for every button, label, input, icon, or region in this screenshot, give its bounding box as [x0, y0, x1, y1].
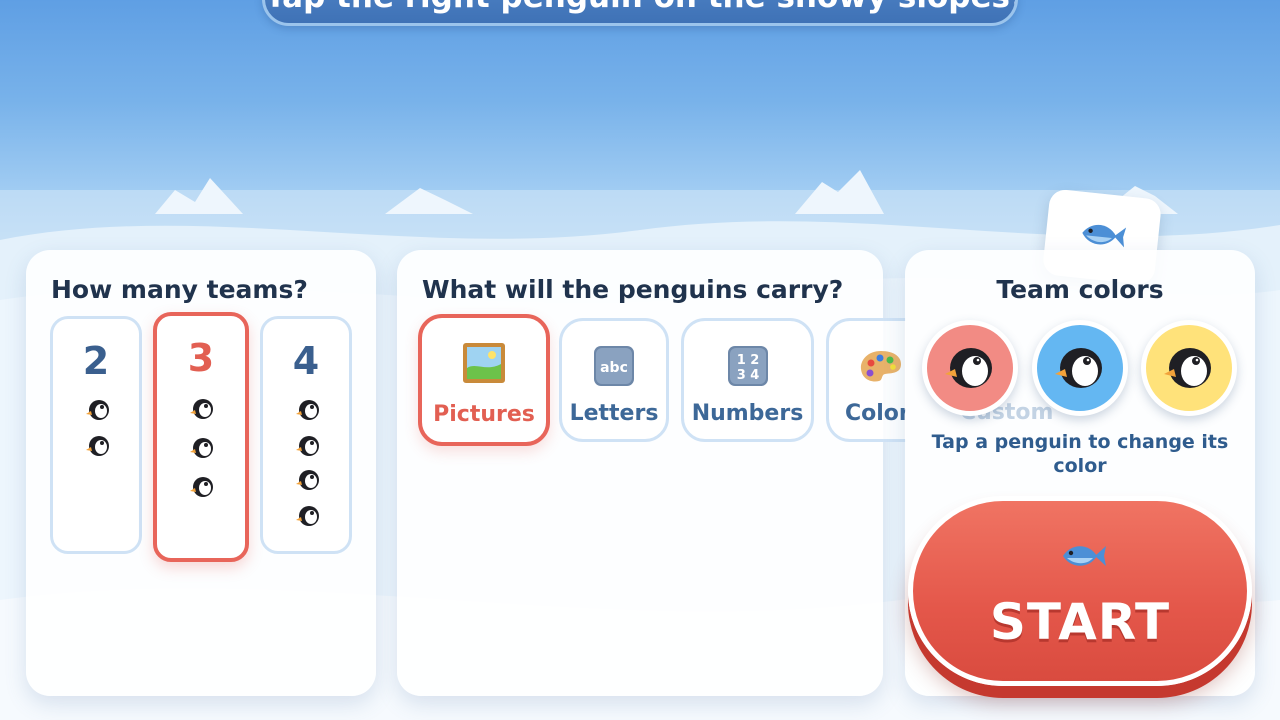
abc-icon: abc [594, 346, 634, 386]
fish-icon [1063, 546, 1106, 566]
iceberg [155, 178, 243, 214]
start-button[interactable]: START [908, 496, 1252, 686]
carry-option-label: Letters [569, 401, 659, 426]
carry-option-pictures[interactable]: Pictures [418, 314, 550, 446]
start-button-label: START [989, 593, 1171, 651]
penguin-icon [296, 506, 319, 526]
carry-option-letters[interactable]: abc Letters [559, 318, 669, 442]
team-option-4[interactable]: 4 [260, 316, 352, 554]
teams-panel: How many teams? 2 3 4 [26, 250, 376, 696]
penguin-icon [86, 436, 109, 456]
penguin-icon [86, 400, 109, 420]
team-count-label: 2 [82, 339, 110, 383]
penguin-icon [296, 400, 319, 420]
penguin-icon [190, 399, 213, 419]
carry-option-numbers[interactable]: 1 2 3 4 Numbers [681, 318, 814, 442]
team-option-2[interactable]: 2 [50, 316, 142, 554]
blue-team-penguin[interactable] [1032, 320, 1128, 416]
carry-option-colors[interactable]: Colors [826, 318, 906, 442]
carry-option-label: Colors [845, 401, 906, 426]
teams-panel-title: How many teams? [51, 275, 308, 304]
penguin-icon [296, 470, 319, 490]
penguin-icon [190, 438, 213, 458]
penguin-icon [1055, 348, 1102, 388]
team-count-label: 4 [292, 339, 320, 383]
penguin-icon [1164, 348, 1211, 388]
palette-icon [860, 351, 901, 382]
svg-text:3 4: 3 4 [736, 368, 759, 383]
number-keycap-icon: 1 2 3 4 [727, 346, 768, 386]
svg-text:abc: abc [600, 360, 628, 376]
iceberg [795, 170, 884, 214]
team-colors-title: Team colors [996, 275, 1164, 304]
team-count-label: 3 [187, 336, 215, 380]
color-hint-text: Tap a penguin to change its color [931, 431, 1229, 477]
yellow-team-penguin[interactable] [1141, 320, 1237, 416]
instruction-banner: Tap the right penguin on the snowy slope… [262, 0, 1018, 26]
penguin-icon [296, 436, 319, 456]
svg-text:1 2: 1 2 [736, 353, 759, 368]
framed-picture-icon [463, 343, 505, 383]
carry-option-label: Numbers [691, 401, 804, 426]
carry-option-colors-clip: Colors [826, 318, 906, 442]
red-team-penguin[interactable] [922, 320, 1018, 416]
carry-option-label: Pictures [433, 402, 535, 427]
iceberg [385, 188, 473, 214]
carry-panel-title: What will the penguins carry? [422, 275, 844, 304]
team-option-3[interactable]: 3 [153, 312, 249, 562]
penguin-icon [190, 477, 213, 497]
penguin-icon [945, 348, 992, 388]
